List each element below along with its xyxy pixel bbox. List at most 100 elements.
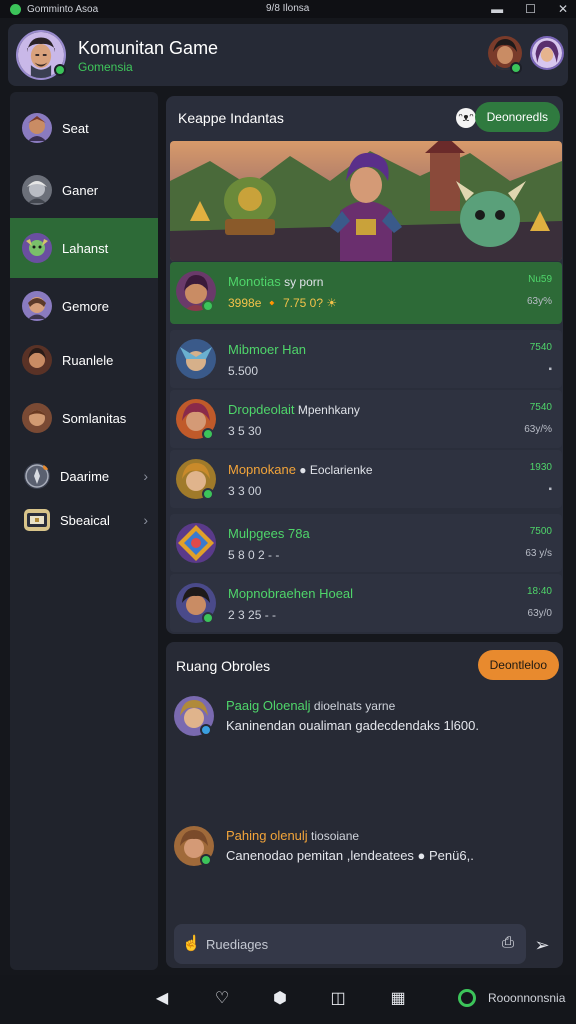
row-time: Nu59 [528,274,552,285]
message-author: Paaig Oloenalj dioelnats yarne [226,698,396,713]
status-center-text: 9/8 Ilonsa [266,3,310,14]
emoji-icon[interactable]: ᵔᴥᵔ [456,108,476,128]
heart-icon[interactable]: ♡ [212,989,232,1009]
row-meta: 63y/% [524,424,552,435]
list-item[interactable]: Mopnokane ● Eoclarienke 3 3 00 1930 ▪ [170,450,562,508]
online-status-icon [202,612,214,624]
status-ring-icon[interactable] [458,989,476,1007]
game-banner-image [170,141,562,261]
avatar-icon [22,403,52,433]
chevron-right-icon: › [143,512,148,528]
row-meta: 63y% [526,296,552,307]
status-bar: Gomminto Asoa 9/8 Ilonsa ▬ ☐ ✕ [0,0,576,18]
row-meta: 63y/0 [527,608,552,619]
player-score: 5 8 0 2 - - [228,548,280,562]
compass-icon [24,463,50,489]
sidebar-item-lahanst[interactable]: Lahanst [10,218,158,278]
list-item[interactable]: Dropdeolait Mpenhkany 3 5 30 7540 63y/% [170,390,562,448]
player-name: Mibmoer Han [228,342,307,357]
sidebar-item-sbeaical[interactable]: Sbeaical › [10,490,158,550]
online-status-icon [54,64,66,76]
window-controls: ▬ ☐ ✕ [491,2,568,16]
download-button[interactable]: Deonoredls [474,102,560,132]
player-name: Monotias sy porn [228,274,324,289]
list-item[interactable]: Mulpgees 78a 5 8 0 2 - - 7500 63 y/s [170,514,562,572]
chart-icon[interactable]: ▦ [388,989,408,1009]
sidebar-item-label: Somlanitas [62,410,127,426]
player-avatar [176,339,216,379]
online-status-icon [200,854,212,866]
back-icon[interactable]: ◀ [152,989,172,1009]
list-item[interactable]: Monotias sy porn 3998e 🔸 7.75 0? ☀ Nu59 … [170,262,562,324]
gallery-icon[interactable]: ◫ [328,989,348,1009]
online-status-icon [510,62,522,74]
sidebar-item-label: Seat [62,120,89,136]
sidebar-item-ganer[interactable]: Ganer [10,160,158,220]
row-time: 18:40 [526,586,552,597]
emoji-picker-icon[interactable]: ☝ [182,934,202,954]
player-name: Mopnobraehen Hoeal [228,586,354,601]
send-icon[interactable]: ➢ [529,932,555,958]
avatar-portrait-icon [532,38,562,68]
sidebar-item-ruanlele[interactable]: Ruanlele [10,330,158,390]
sidebar-item-label: Lahanst [62,240,109,256]
message-author: Pahing olenulj tiosoiane [226,828,360,843]
avatar-icon [22,345,52,375]
list-item[interactable]: Mibmoer Han 5.500 7540 ▪ [170,330,562,388]
player-score: 3998e 🔸 7.75 0? ☀ [228,296,338,310]
avatar-icon [22,175,52,205]
message-input[interactable] [206,924,486,964]
box-icon[interactable]: ⬢ [270,989,290,1009]
sidebar-item-label: Ruanlele [62,352,114,368]
chat-action-button[interactable]: Deontleloo [477,650,559,680]
player-score: 3 5 30 [228,424,262,438]
row-meta: 63 y/s [525,548,552,559]
message-composer: ☝ ⎙ [174,924,526,964]
row-meta: ▪ [548,484,552,495]
nav-status-label: Rooonnonsnia [488,991,566,1005]
online-status-icon [202,428,214,440]
avatar-icon [22,233,52,263]
chat-panel: Ruang Obroles Deontleloo Paaig Oloenalj … [166,642,563,968]
online-status-icon [202,300,214,312]
sidebar-item-label: Gemore [62,298,109,314]
maximize-icon[interactable]: ☐ [525,2,536,16]
page-subtitle: Gomensia [78,60,133,74]
banner-artwork-icon [170,141,562,261]
panel-header: Keappe Indantas ᵔᴥᵔ Deonoredls [166,96,563,138]
sidebar-item-label: Ganer [62,182,99,198]
avatar-icon [22,113,52,143]
row-time: 7540 [529,342,552,353]
chat-message: Pahing olenulj tiosoiane Canenodao pemit… [174,826,554,876]
player-score: 5.500 [228,364,259,378]
minimize-icon[interactable]: ▬ [491,2,503,16]
profile-avatar[interactable] [530,36,564,70]
sidebar-item-seat[interactable]: Seat [10,98,158,158]
chevron-right-icon: › [143,468,148,484]
player-name: Mulpgees 78a [228,526,310,541]
row-time: 7500 [529,526,552,537]
chest-icon [24,509,50,531]
list-item[interactable]: Mopnobraehen Hoeal 2 3 25 - - 18:40 63y/… [170,574,562,632]
message-text: Canenodao pemitan ,lendeatees ● Penü6,. [226,848,474,863]
online-status-icon [202,488,214,500]
close-icon[interactable]: ✕ [558,2,568,16]
avatar-icon [22,291,52,321]
app-logo-icon [10,3,21,15]
app-name: Gomminto Asoa [27,3,99,15]
message-text: Kaninendan oualiman gadecdendaks 1l600. [226,718,479,733]
bottom-nav: ◀ ♡ ⬢ ◫ ▦ Rooonnonsnia [0,975,576,1024]
row-meta: ▪ [548,364,552,375]
sidebar-item-gemore[interactable]: Gemore [10,276,158,336]
sidebar-item-label: Sbeaical [60,512,110,528]
status-icon [200,724,212,736]
attach-icon[interactable]: ⎙ [502,934,514,951]
chat-message: Paaig Oloenalj dioelnats yarne Kaninenda… [174,696,554,746]
app-header: Komunitan Game Gomensia [8,24,568,86]
sidebar-item-label: Daarime [60,468,110,484]
sidebar-item-somlanitas[interactable]: Somlanitas [10,388,158,448]
sidebar: Seat Ganer Lahanst Gemore Ruanlele Somla… [10,92,158,970]
page-title: Komunitan Game [78,38,219,58]
panel-title: Keappe Indantas [178,110,284,126]
row-time: 1930 [529,462,552,473]
